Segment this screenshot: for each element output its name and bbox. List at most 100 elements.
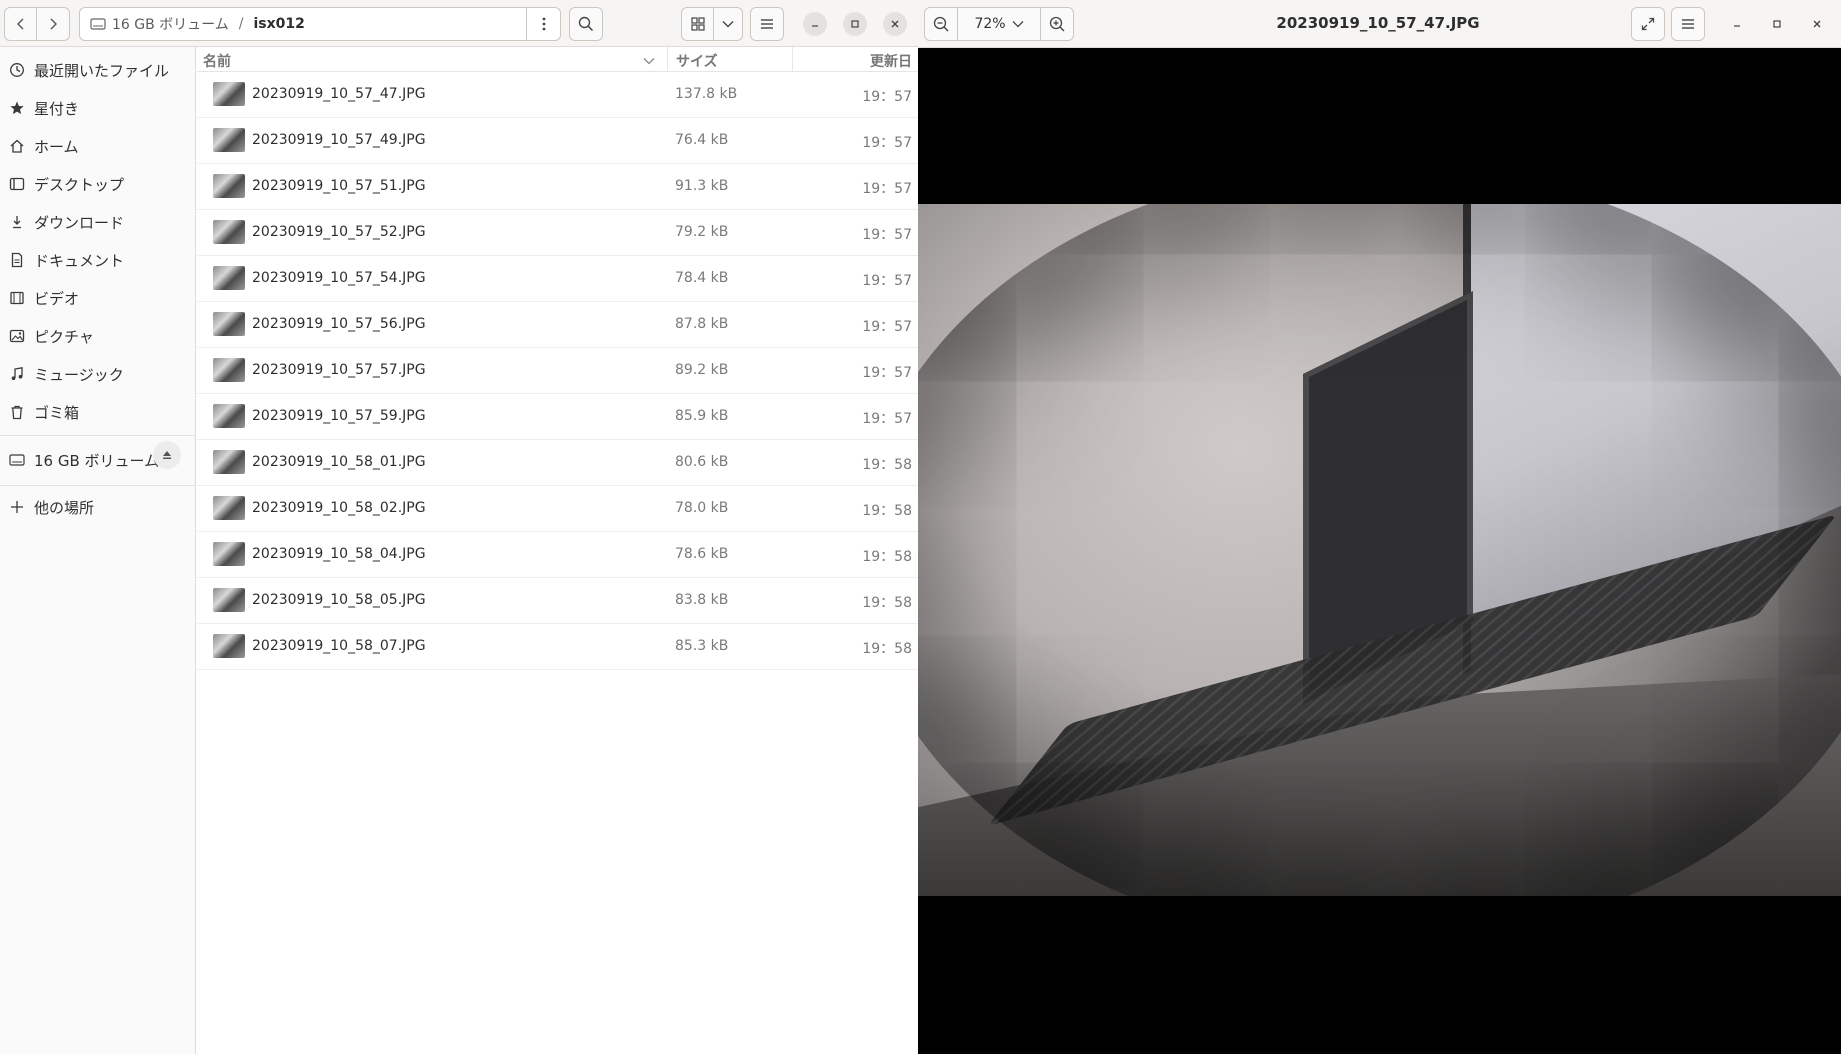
- sidebar-item-home[interactable]: ホーム: [0, 128, 195, 164]
- file-row[interactable]: 20230919_10_57_51.JPG 91.3 kB 19：57: [197, 164, 918, 210]
- image-thumbnail: [213, 82, 245, 106]
- sidebar-item-trash[interactable]: ゴミ箱: [0, 394, 195, 430]
- file-row[interactable]: 20230919_10_57_54.JPG 78.4 kB 19：57: [197, 256, 918, 302]
- zoom-level-dropdown[interactable]: 72%: [957, 7, 1041, 41]
- file-row[interactable]: 20230919_10_57_49.JPG 76.4 kB 19：57: [197, 118, 918, 164]
- image-thumbnail: [213, 128, 245, 152]
- back-button[interactable]: [4, 7, 37, 41]
- file-modified: 19：58: [862, 503, 912, 519]
- sidebar-divider: [0, 485, 195, 486]
- sidebar: 最近開いたファイル 星付き ホーム デスクトップ ダウンロード ドキュメント ビ…: [0, 47, 196, 1054]
- zoom-in-icon: [1049, 16, 1065, 32]
- file-name: 20230919_10_57_57.JPG: [252, 362, 426, 378]
- file-name: 20230919_10_58_01.JPG: [252, 454, 426, 470]
- sidebar-item-documents[interactable]: ドキュメント: [0, 242, 195, 278]
- fullscreen-icon: [1641, 17, 1655, 31]
- eject-icon: [163, 451, 171, 459]
- trash-icon: [8, 404, 26, 420]
- column-header-modified[interactable]: 更新日: [792, 47, 918, 71]
- file-row[interactable]: 20230919_10_57_59.JPG 85.9 kB 19：57: [197, 394, 918, 440]
- sidebar-item-desktop[interactable]: デスクトップ: [0, 166, 195, 202]
- zoom-out-button[interactable]: [924, 7, 958, 41]
- breadcrumb-current-folder[interactable]: isx012: [253, 16, 304, 32]
- view-options-button[interactable]: [713, 7, 743, 41]
- sidebar-item-label: ドキュメント: [34, 251, 125, 270]
- sidebar-item-videos[interactable]: ビデオ: [0, 280, 195, 316]
- image-thumbnail: [213, 220, 245, 244]
- viewer-minimize-button[interactable]: [1725, 12, 1749, 36]
- path-bar[interactable]: 16 GB ボリューム / isx012: [79, 7, 561, 41]
- sidebar-item-music[interactable]: ミュージック: [0, 356, 195, 392]
- sidebar-item-pictures[interactable]: ピクチャ: [0, 318, 195, 354]
- download-icon: [8, 214, 26, 230]
- file-row[interactable]: 20230919_10_57_47.JPG 137.8 kB 19：57: [197, 72, 918, 118]
- file-modified: 19：58: [862, 549, 912, 565]
- close-button[interactable]: [883, 12, 907, 36]
- search-button[interactable]: [569, 7, 603, 41]
- fullscreen-button[interactable]: [1631, 7, 1665, 41]
- viewer-close-button[interactable]: [1805, 12, 1829, 36]
- file-row[interactable]: 20230919_10_57_52.JPG 79.2 kB 19：57: [197, 210, 918, 256]
- folder-menu-button[interactable]: [526, 8, 560, 40]
- sort-descending-icon: [643, 53, 655, 69]
- sidebar-item-recent[interactable]: 最近開いたファイル: [0, 52, 195, 88]
- hamburger-menu-icon: [761, 19, 773, 29]
- file-modified: 19：57: [862, 89, 912, 105]
- home-icon: [8, 138, 26, 154]
- image-thumbnail: [213, 588, 245, 612]
- file-name: 20230919_10_57_51.JPG: [252, 178, 426, 194]
- sidebar-item-label: ダウンロード: [34, 213, 125, 232]
- file-size: 78.4 kB: [675, 270, 729, 286]
- file-size: 89.2 kB: [675, 362, 729, 378]
- sidebar-item-label: ビデオ: [34, 289, 80, 308]
- file-modified: 19：57: [862, 411, 912, 427]
- breadcrumb: 16 GB ボリューム / isx012: [80, 8, 526, 40]
- file-size: 79.2 kB: [675, 224, 729, 240]
- chevron-left-icon: [16, 18, 23, 30]
- sidebar-item-downloads[interactable]: ダウンロード: [0, 204, 195, 240]
- file-modified: 19：57: [862, 319, 912, 335]
- file-row[interactable]: 20230919_10_57_57.JPG 89.2 kB 19：57: [197, 348, 918, 394]
- viewer-menu-button[interactable]: [1671, 7, 1705, 41]
- image-thumbnail: [213, 634, 245, 658]
- file-row[interactable]: 20230919_10_57_56.JPG 87.8 kB 19：57: [197, 302, 918, 348]
- column-header-name[interactable]: 名前: [203, 51, 231, 71]
- viewer-maximize-button[interactable]: [1765, 12, 1789, 36]
- eject-button[interactable]: [153, 441, 181, 469]
- hamburger-menu-icon: [1682, 19, 1694, 29]
- desktop-icon: [8, 176, 26, 192]
- file-size: 83.8 kB: [675, 592, 729, 608]
- grid-view-button[interactable]: [681, 7, 714, 41]
- file-row[interactable]: 20230919_10_58_02.JPG 78.0 kB 19：58: [197, 486, 918, 532]
- file-name: 20230919_10_57_52.JPG: [252, 224, 426, 240]
- file-row[interactable]: 20230919_10_58_04.JPG 78.6 kB 19：58: [197, 532, 918, 578]
- minimize-button[interactable]: [803, 12, 827, 36]
- file-size: 78.6 kB: [675, 546, 729, 562]
- file-modified: 19：57: [862, 227, 912, 243]
- file-modified: 19：57: [862, 181, 912, 197]
- sidebar-item-label: 16 GB ボリューム: [34, 451, 160, 470]
- forward-button[interactable]: [36, 7, 70, 41]
- column-header-size[interactable]: サイズ: [667, 47, 792, 71]
- sidebar-item-other-locations[interactable]: 他の場所: [0, 489, 195, 525]
- sidebar-item-starred[interactable]: 星付き: [0, 90, 195, 126]
- sidebar-item-label: 他の場所: [34, 498, 95, 517]
- main-menu-button[interactable]: [750, 7, 784, 41]
- sidebar-item-volume[interactable]: 16 GB ボリューム: [0, 441, 195, 478]
- zoom-in-button[interactable]: [1040, 7, 1074, 41]
- sidebar-item-label: 星付き: [34, 99, 80, 118]
- file-name: 20230919_10_57_56.JPG: [252, 316, 426, 332]
- sidebar-item-label: ピクチャ: [34, 327, 94, 346]
- file-row[interactable]: 20230919_10_58_07.JPG 85.3 kB 19：58: [197, 624, 918, 670]
- maximize-button[interactable]: [843, 12, 867, 36]
- chevron-down-icon: [1012, 21, 1024, 28]
- displayed-photo[interactable]: [918, 204, 1841, 896]
- picture-icon: [8, 328, 26, 344]
- list-header: 名前 サイズ 更新日: [197, 47, 918, 72]
- breadcrumb-volume[interactable]: 16 GB ボリューム: [112, 14, 229, 34]
- file-modified: 19：57: [862, 273, 912, 289]
- file-row[interactable]: 20230919_10_58_05.JPG 83.8 kB 19：58: [197, 578, 918, 624]
- file-row[interactable]: 20230919_10_58_01.JPG 80.6 kB 19：58: [197, 440, 918, 486]
- image-viewer-window: 72% 20230919_10_57_47.JPG: [918, 0, 1841, 1054]
- file-name: 20230919_10_58_05.JPG: [252, 592, 426, 608]
